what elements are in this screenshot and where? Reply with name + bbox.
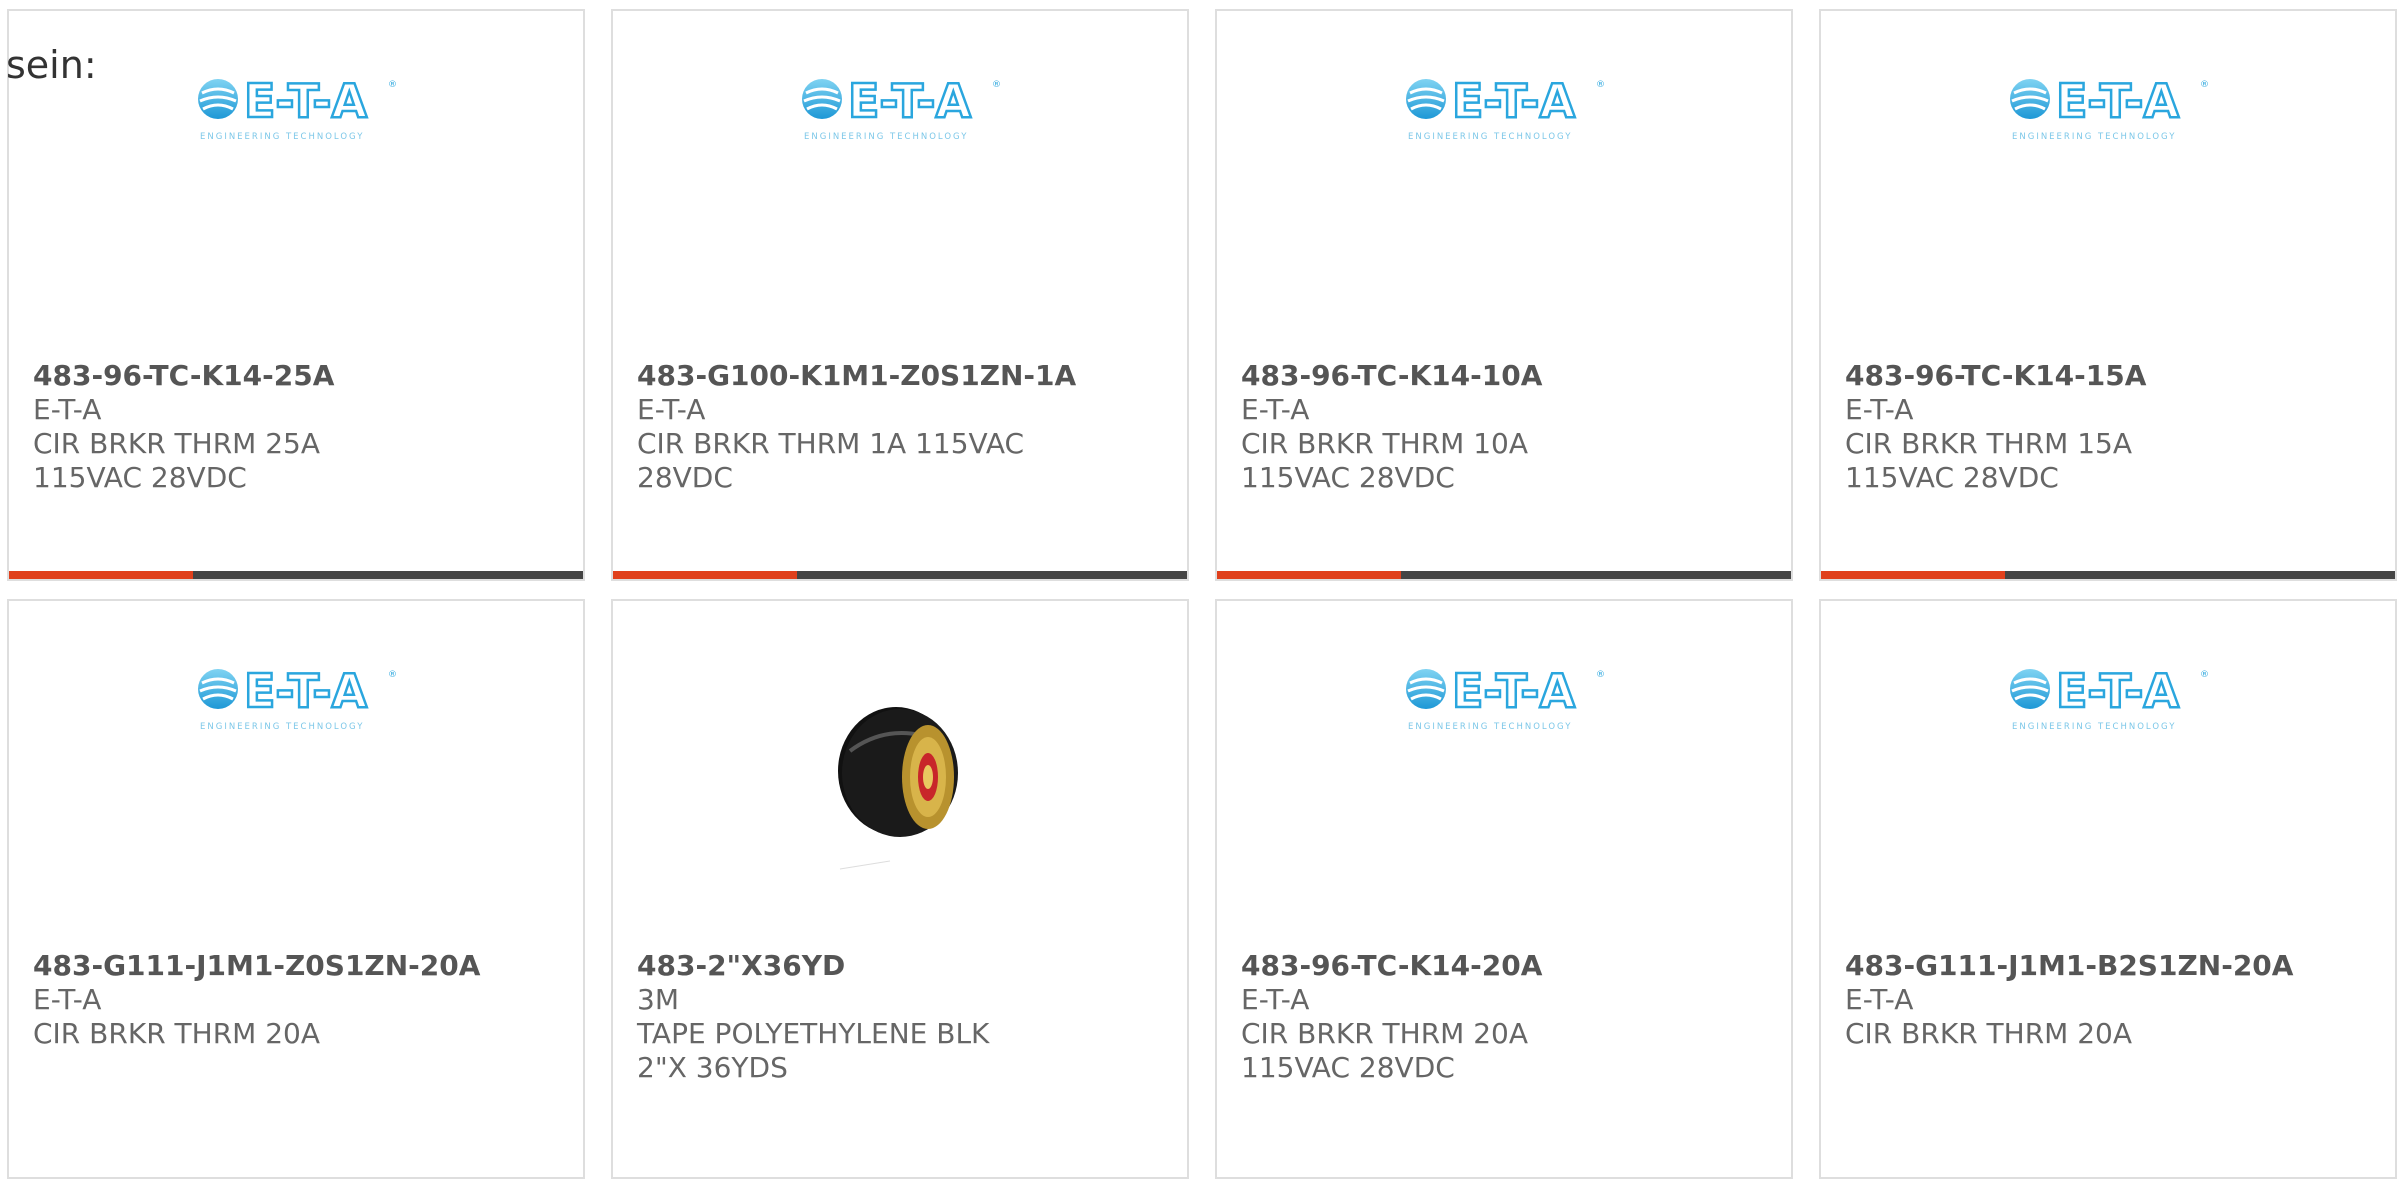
eta-logo: E-T-A ® ENGINEERING TECHNOLOGY: [194, 661, 398, 737]
progress-fill: [9, 571, 193, 579]
eta-logo: E-T-A ® ENGINEERING TECHNOLOGY: [1402, 661, 1606, 737]
product-card[interactable]: E-T-A ® ENGINEERING TECHNOLOGY 483-96-TC…: [1819, 9, 2397, 581]
brand-name: E-T-A: [1845, 983, 1914, 1016]
eta-logo: E-T-A ® ENGINEERING TECHNOLOGY: [2006, 71, 2210, 147]
product-card[interactable]: E-T-A ® ENGINEERING TECHNOLOGY 483-96-TC…: [1215, 9, 1793, 581]
svg-text:E-T-A: E-T-A: [2056, 74, 2179, 128]
brand-name: E-T-A: [33, 393, 102, 426]
svg-text:ENGINEERING TECHNOLOGY: ENGINEERING TECHNOLOGY: [1408, 722, 1572, 732]
svg-text:®: ®: [992, 80, 1001, 90]
product-description: TAPE POLYETHYLENE BLK 2"X 36YDS: [637, 1017, 990, 1084]
svg-text:ENGINEERING TECHNOLOGY: ENGINEERING TECHNOLOGY: [2012, 722, 2176, 732]
part-number[interactable]: 483-G111-J1M1-Z0S1ZN-20A: [33, 949, 559, 983]
part-number[interactable]: 483-2"X36YD: [637, 949, 1163, 983]
progress-fill: [1821, 571, 2005, 579]
product-card[interactable]: E-T-A ® ENGINEERING TECHNOLOGY 483-G111-…: [7, 599, 585, 1179]
part-number[interactable]: 483-96-TC-K14-15A: [1845, 359, 2371, 393]
product-image: E-T-A ® ENGINEERING TECHNOLOGY: [1821, 661, 2395, 901]
brand-name: E-T-A: [1845, 393, 1914, 426]
brand-name: E-T-A: [33, 983, 102, 1016]
eta-logo: E-T-A ® ENGINEERING TECHNOLOGY: [1402, 71, 1606, 147]
product-description: CIR BRKR THRM 20A 115VAC 28VDC: [1241, 1017, 1528, 1084]
svg-text:ENGINEERING TECHNOLOGY: ENGINEERING TECHNOLOGY: [1408, 132, 1572, 142]
product-description: CIR BRKR THRM 25A 115VAC 28VDC: [33, 427, 320, 494]
svg-text:®: ®: [2200, 670, 2209, 680]
svg-text:ENGINEERING TECHNOLOGY: ENGINEERING TECHNOLOGY: [200, 722, 364, 732]
tape-roll-image: [830, 701, 970, 885]
eta-logo: E-T-A ® ENGINEERING TECHNOLOGY: [194, 71, 398, 147]
part-number[interactable]: 483-G100-K1M1-Z0S1ZN-1A: [637, 359, 1163, 393]
svg-text:E-T-A: E-T-A: [848, 74, 971, 128]
product-description: CIR BRKR THRM 20A: [1845, 1017, 2132, 1050]
svg-text:®: ®: [388, 670, 397, 680]
product-image: E-T-A ® ENGINEERING TECHNOLOGY: [613, 71, 1187, 311]
progress-bar: [1821, 571, 2395, 579]
product-image: E-T-A ® ENGINEERING TECHNOLOGY: [9, 71, 583, 311]
product-image: E-T-A ® ENGINEERING TECHNOLOGY: [1821, 71, 2395, 311]
product-description: CIR BRKR THRM 15A 115VAC 28VDC: [1845, 427, 2132, 494]
svg-text:E-T-A: E-T-A: [1452, 664, 1575, 718]
product-image: E-T-A ® ENGINEERING TECHNOLOGY: [9, 661, 583, 901]
product-description: CIR BRKR THRM 20A: [33, 1017, 320, 1050]
part-number[interactable]: 483-G111-J1M1-B2S1ZN-20A: [1845, 949, 2371, 983]
progress-bar: [9, 571, 583, 579]
svg-text:®: ®: [2200, 80, 2209, 90]
progress-bar: [1217, 571, 1791, 579]
product-description: CIR BRKR THRM 10A 115VAC 28VDC: [1241, 427, 1528, 494]
svg-text:®: ®: [1596, 80, 1605, 90]
product-grid: E-T-A ® ENGINEERING TECHNOLOGY 483-96-TC…: [0, 0, 2400, 1179]
eta-logo: E-T-A ® ENGINEERING TECHNOLOGY: [798, 71, 1002, 147]
progress-fill: [613, 571, 797, 579]
svg-text:E-T-A: E-T-A: [244, 74, 367, 128]
svg-text:E-T-A: E-T-A: [2056, 664, 2179, 718]
svg-text:ENGINEERING TECHNOLOGY: ENGINEERING TECHNOLOGY: [804, 132, 968, 142]
svg-text:ENGINEERING TECHNOLOGY: ENGINEERING TECHNOLOGY: [2012, 132, 2176, 142]
product-card[interactable]: E-T-A ® ENGINEERING TECHNOLOGY 483-96-TC…: [7, 9, 585, 581]
part-number[interactable]: 483-96-TC-K14-10A: [1241, 359, 1767, 393]
brand-name: 3M: [637, 983, 679, 1016]
product-card[interactable]: 483-2"X36YD 3M TAPE POLYETHYLENE BLK 2"X…: [611, 599, 1189, 1179]
brand-name: E-T-A: [1241, 983, 1310, 1016]
product-image: E-T-A ® ENGINEERING TECHNOLOGY: [1217, 661, 1791, 901]
product-description: CIR BRKR THRM 1A 115VAC 28VDC: [637, 427, 1025, 494]
svg-text:E-T-A: E-T-A: [244, 664, 367, 718]
svg-text:®: ®: [388, 80, 397, 90]
product-image: [613, 701, 1187, 941]
brand-name: E-T-A: [637, 393, 706, 426]
product-card[interactable]: E-T-A ® ENGINEERING TECHNOLOGY 483-G111-…: [1819, 599, 2397, 1179]
product-card[interactable]: E-T-A ® ENGINEERING TECHNOLOGY 483-96-TC…: [1215, 599, 1793, 1179]
part-number[interactable]: 483-96-TC-K14-20A: [1241, 949, 1767, 983]
svg-text:®: ®: [1596, 670, 1605, 680]
product-card[interactable]: E-T-A ® ENGINEERING TECHNOLOGY 483-G100-…: [611, 9, 1189, 581]
svg-text:ENGINEERING TECHNOLOGY: ENGINEERING TECHNOLOGY: [200, 132, 364, 142]
intro-text: sein:: [6, 43, 97, 87]
progress-fill: [1217, 571, 1401, 579]
part-number[interactable]: 483-96-TC-K14-25A: [33, 359, 559, 393]
svg-text:E-T-A: E-T-A: [1452, 74, 1575, 128]
product-image: E-T-A ® ENGINEERING TECHNOLOGY: [1217, 71, 1791, 311]
progress-bar: [613, 571, 1187, 579]
brand-name: E-T-A: [1241, 393, 1310, 426]
eta-logo: E-T-A ® ENGINEERING TECHNOLOGY: [2006, 661, 2210, 737]
